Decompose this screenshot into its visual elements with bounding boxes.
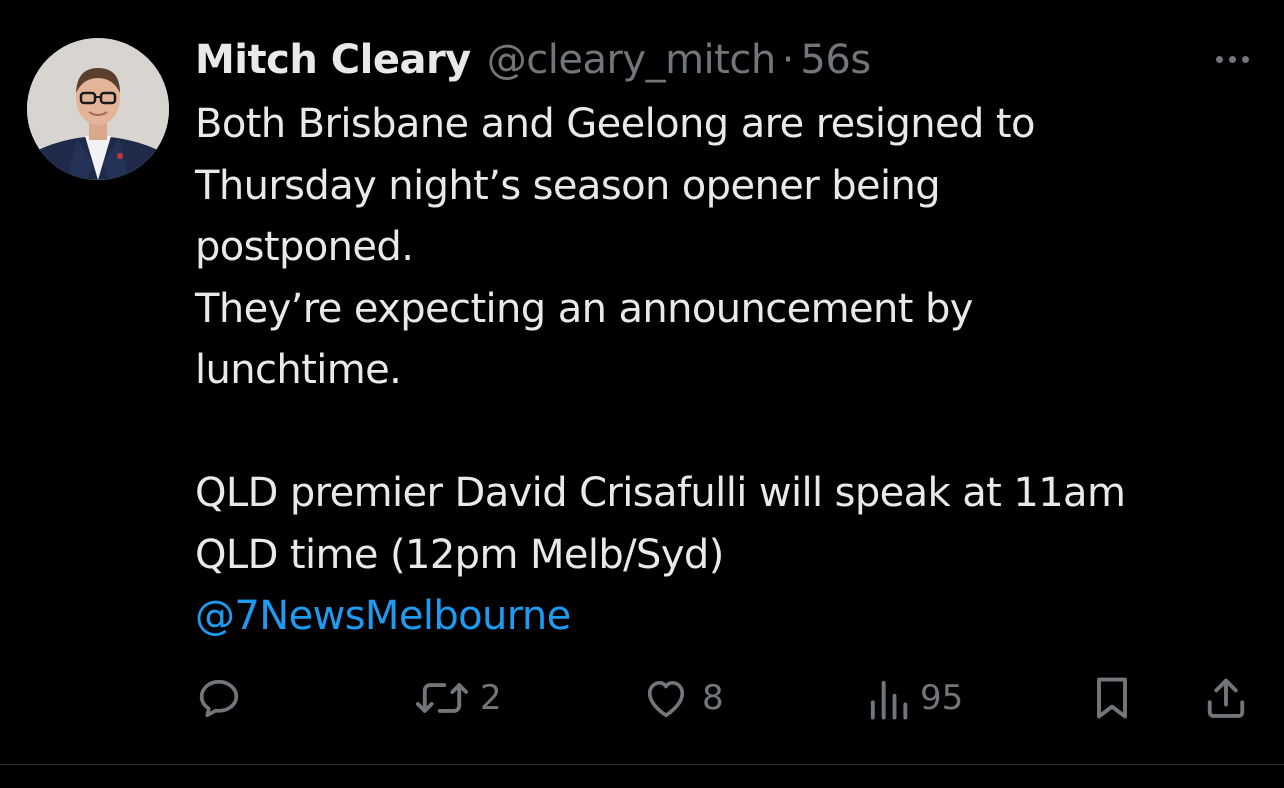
like-button[interactable]: 8 [640,668,724,728]
tweet-text-line: Both Brisbane and Geelong are resigned t… [195,101,1035,147]
retweet-icon [415,683,469,713]
avatar[interactable] [27,38,169,180]
tweet-actions: 2 8 95 [0,668,1284,728]
more-options-icon[interactable] [1206,44,1258,74]
author-handle[interactable]: @cleary_mitch [487,37,776,83]
tweet-text-line: They’re expecting an announcement by [195,285,973,332]
bookmark-icon [1097,677,1127,719]
mention-link[interactable]: @7NewsMelbourne [195,593,571,639]
reply-button[interactable] [193,668,245,728]
views-count: 95 [920,678,964,718]
share-button[interactable] [1200,668,1252,728]
avatar-image [27,38,169,180]
author-display-name[interactable]: Mitch Cleary [195,37,471,83]
heart-icon [647,680,685,718]
tweet-header: Mitch Cleary @cleary_mitch · 56s [195,34,871,86]
like-count: 8 [702,678,724,718]
views-button[interactable]: 95 [866,668,963,728]
tweet-card[interactable]: Mitch Cleary @cleary_mitch · 56s Both Br… [0,0,1284,764]
tweet-text-line: QLD time (12pm Melb/Syd) [195,531,724,578]
reply-icon [199,679,239,718]
tweet-divider [0,764,1284,765]
tweet-text-line: postponed. [195,224,414,270]
share-icon [1207,678,1245,718]
retweet-button[interactable]: 2 [414,668,502,728]
tweet-timestamp[interactable]: 56s [800,37,871,83]
tweet-text-line: Thursday night’s season opener being [195,162,941,209]
tweet-text: Both Brisbane and Geelong are resigned t… [195,94,1255,648]
bookmark-button[interactable] [1086,668,1138,728]
tweet-text-line: QLD premier David Crisafulli will speak … [195,470,1126,516]
tweet-text-line: lunchtime. [195,347,402,393]
retweet-count: 2 [480,678,502,718]
header-separator: · [781,37,795,83]
views-icon [870,680,908,720]
